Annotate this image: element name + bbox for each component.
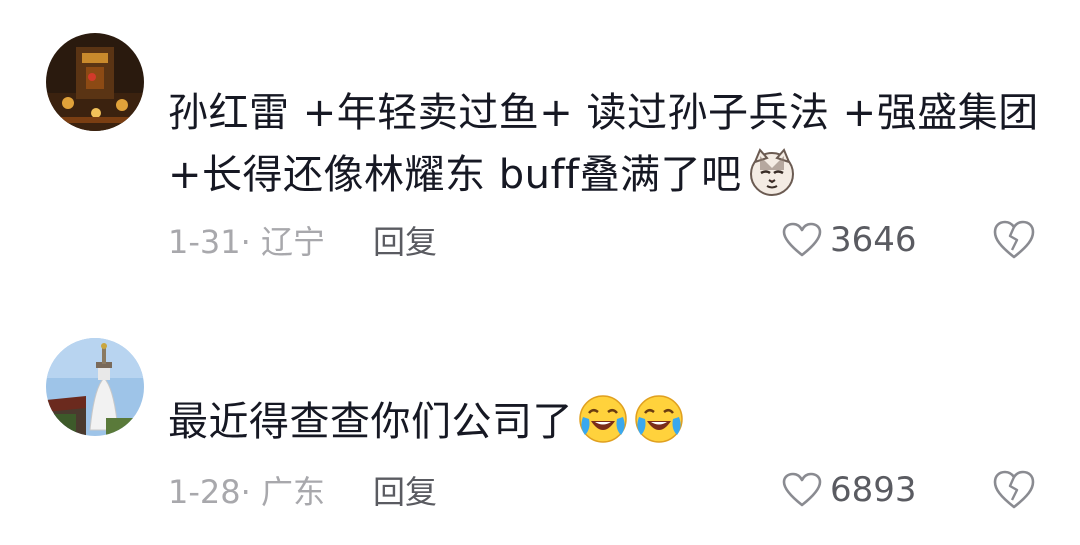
avatar-white-pagoda-icon	[46, 338, 144, 436]
comment-item: 孙红雷 +年轻卖过鱼+ 读过孙子兵法 +强盛集团 +长得还像林耀东 buff叠满…	[0, 0, 1080, 280]
comment-body: 孙红雷 +年轻卖过鱼+ 读过孙子兵法 +强盛集团 +长得还像林耀东 buff叠满…	[168, 90, 1039, 198]
like-count: 6893	[830, 470, 917, 510]
like-button[interactable]: 3646	[782, 218, 917, 262]
dislike-button[interactable]	[992, 468, 1036, 512]
crying-laughing-emoji-icon	[633, 393, 685, 445]
comment-item: 最近得查查你们公司了 1-28· 广东 回复 6893	[0, 320, 1080, 545]
comment-meta: 1-28· 广东 回复	[168, 468, 437, 512]
heart-icon	[782, 222, 822, 257]
comment-text: 孙红雷 +年轻卖过鱼+ 读过孙子兵法 +强盛集团 +长得还像林耀东 buff叠满…	[168, 82, 1040, 206]
user-avatar[interactable]	[46, 338, 144, 436]
broken-heart-icon	[993, 470, 1035, 509]
reply-button[interactable]: 回复	[373, 217, 437, 263]
dislike-button[interactable]	[992, 218, 1036, 262]
broken-heart-icon	[993, 220, 1035, 259]
comment-list: 孙红雷 +年轻卖过鱼+ 读过孙子兵法 +强盛集团 +长得还像林耀东 buff叠满…	[0, 0, 1080, 545]
date-location: 1-31· 辽宁	[168, 223, 325, 261]
comment-meta: 1-31· 辽宁 回复	[168, 218, 437, 262]
reply-button[interactable]: 回复	[373, 467, 437, 513]
cat-face-emoji-icon	[746, 146, 798, 198]
comment-text: 最近得查查你们公司了	[168, 391, 1040, 453]
heart-icon	[782, 472, 822, 507]
like-button[interactable]: 6893	[782, 468, 917, 512]
crying-laughing-emoji-icon	[577, 393, 629, 445]
comment-body: 最近得查查你们公司了	[168, 399, 573, 445]
avatar-temple-night-icon	[46, 33, 144, 131]
like-count: 3646	[830, 220, 917, 260]
user-avatar[interactable]	[46, 33, 144, 131]
date-location: 1-28· 广东	[168, 473, 325, 511]
